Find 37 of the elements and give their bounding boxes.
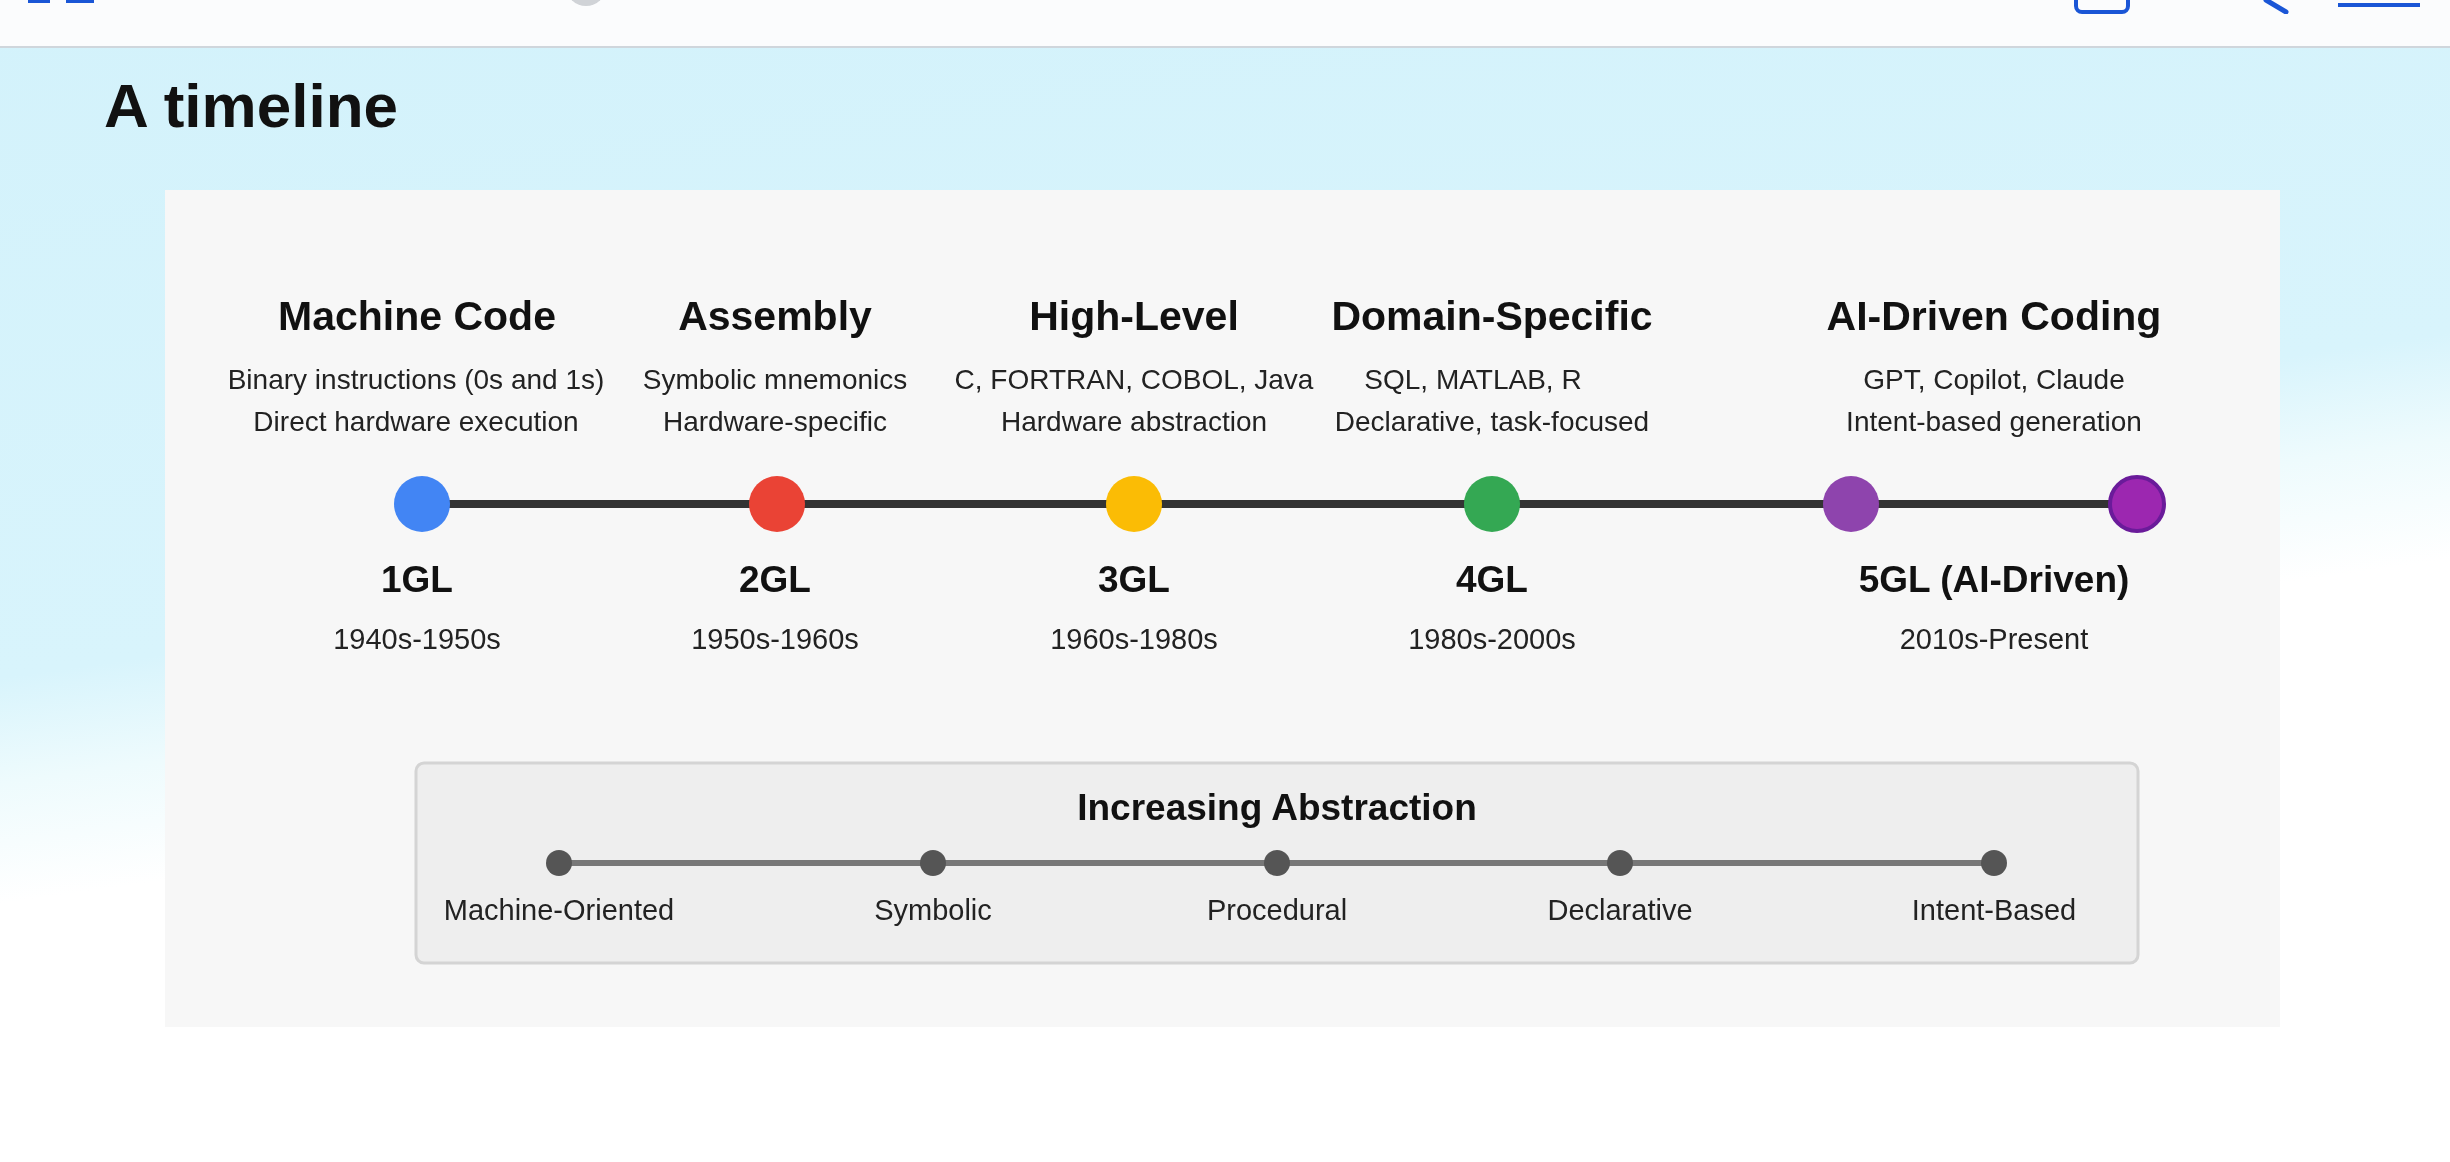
era-years: 2010s-Present (1899, 623, 2089, 656)
generation-label: 1GL (381, 559, 453, 601)
era-description: GPT, Copilot, Claude (1863, 364, 2125, 396)
era-years: 1980s-2000s (1408, 623, 1576, 656)
generation-label: 5GL (AI-Driven) (1858, 559, 2130, 601)
era-years: 1940s-1950s (333, 623, 501, 656)
era-years: 1960s-1980s (1050, 623, 1218, 656)
era-description: C, FORTRAN, COBOL, Java (954, 364, 1314, 396)
stage-label: Declarative (1547, 894, 1693, 927)
stage-label: Machine-Oriented (443, 894, 675, 927)
section-heading: A timeline (104, 72, 399, 141)
generation-label: 3GL (1098, 559, 1170, 601)
era-title: Assembly (678, 293, 872, 340)
abstraction-title: Increasing Abstraction (1077, 787, 1477, 829)
stage-label: Symbolic (874, 894, 992, 927)
era-title: Machine Code (278, 293, 556, 340)
era-description: Binary instructions (0s and 1s) (227, 364, 605, 396)
generation-label: 4GL (1456, 559, 1528, 601)
era-description: Declarative, task-focused (1334, 406, 1650, 438)
stage-dot (1264, 850, 1290, 877)
era-description: Symbolic mnemonics (642, 364, 908, 396)
stage-label: Procedural (1206, 894, 1348, 927)
era-description: Hardware abstraction (1000, 406, 1268, 438)
era-title: Domain-Specific (1331, 293, 1653, 340)
era-description: Direct hardware execution (253, 406, 579, 438)
stage-dot (1981, 850, 2007, 877)
generation-label: 2GL (739, 559, 811, 601)
era-years: 1950s-1960s (691, 623, 859, 656)
era-description: Intent-based generation (1846, 406, 2142, 438)
stage-label: Intent-Based (1911, 894, 2077, 927)
stage-dot (546, 850, 572, 877)
era-description: Hardware-specific (662, 406, 888, 438)
era-description: SQL, MATLAB, R (1364, 364, 1582, 396)
stage-dot (1607, 850, 1633, 877)
stage-dot (920, 850, 946, 877)
era-title: AI-Driven Coding (1826, 293, 2162, 340)
era-title: High-Level (1029, 293, 1239, 340)
